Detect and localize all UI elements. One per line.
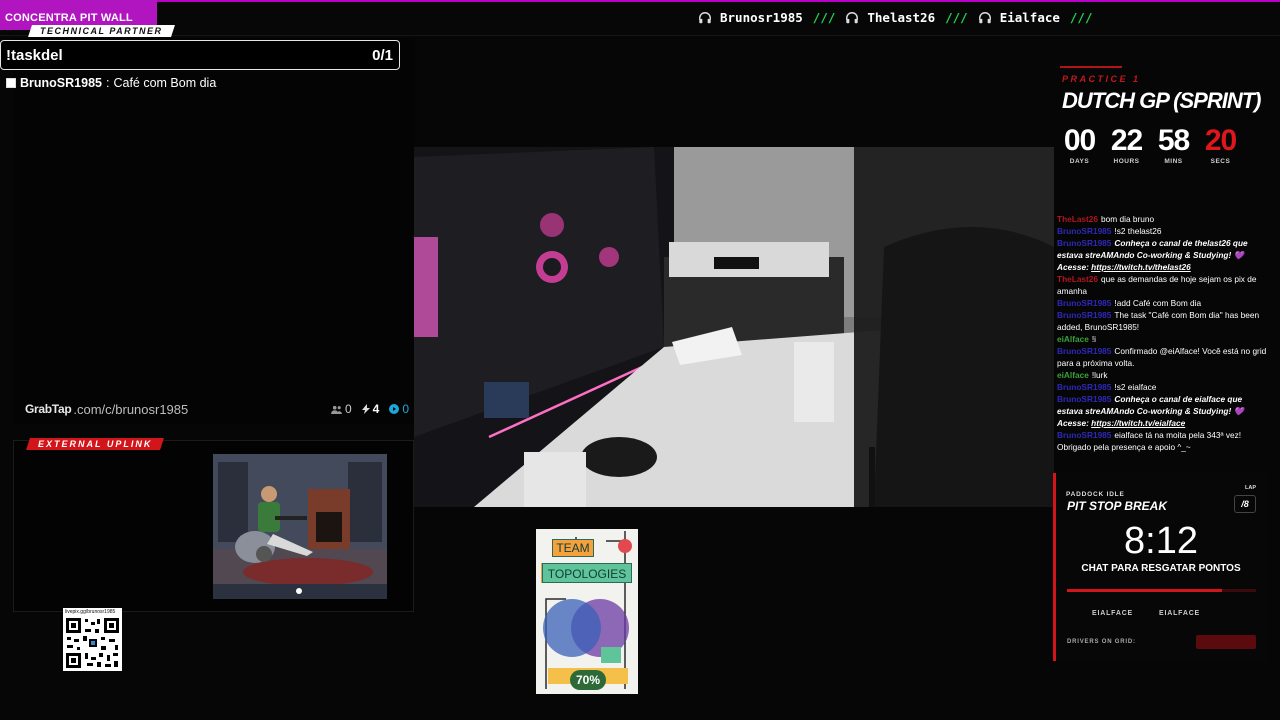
grabtap-row: GrabTap .com/c/brunosr1985 0 4 0 [25,400,409,418]
session-label: PRACTICE 1 [1062,74,1141,84]
chat-message: eiAlface !lurk [1057,369,1269,381]
race-countdown: 00 DAYS 22 HOURS 58 MINS 20 SECS [1060,124,1240,165]
driver-a: EIALFACE [1092,610,1134,617]
play-icon [389,404,400,414]
chat-username[interactable]: BrunoSR1985 [1057,310,1111,320]
chat-username[interactable]: BrunoSR1985 [1057,394,1111,404]
listener-item: Thelast26 /// [845,10,969,25]
listener-separator: /// [812,10,836,25]
grabtap-logo: GrabTap [25,402,72,416]
chat-username[interactable]: BrunoSR1985 [1057,346,1111,356]
chat-text: !lurk [1091,370,1108,380]
technical-partner-tag: TECHNICAL PARTNER [28,25,175,37]
task-checkbox[interactable] [6,78,16,88]
play-stat: 0 [389,402,409,416]
drivers-grid-button[interactable] [1196,635,1256,649]
pit-progress-fill [1067,589,1222,592]
chat-message: BrunoSR1985 The task "Café com Bom dia" h… [1057,309,1269,333]
pit-subtitle: CHAT PARA RESGATAR PONTOS [1081,563,1241,574]
headphones-icon [846,11,859,23]
pit-title: PIT STOP BREAK [1067,499,1168,513]
main-camera-video[interactable] [414,147,1054,507]
task-user: BrunoSR1985 [20,76,102,90]
task-text: Café com Bom dia [113,76,217,90]
task-count: 0/1 [372,46,393,64]
qr-pattern-icon [66,618,119,668]
chat-message: TheLast26 que as demandas de hoje sejam o… [1057,273,1269,297]
pit-label: PADDOCK IDLE [1066,491,1125,498]
chat-message: BrunoSR1985 !add Café com Bom dia [1057,297,1269,309]
book-title-line2: TOPOLOGIES [542,563,632,583]
chat-message: BrunoSR1985 !s2 thelast26 [1057,225,1269,237]
task-header: !taskdel 0/1 [0,40,400,70]
users-icon [331,405,342,414]
qr-code[interactable]: livepix.gg/brunosr1985 [63,608,122,671]
chat-username[interactable]: eiAlface [1057,370,1089,380]
chat-username[interactable]: eiAlface [1057,334,1089,344]
chat-message: BrunoSR1985 Confirmado @eiAlface! Você es… [1057,345,1269,369]
pip-video[interactable] [213,454,387,599]
race-title: DUTCH GP (SPRINT) [1062,88,1262,113]
task-panel [13,38,414,424]
listener-separator: /// [945,10,968,25]
chat-text: !s2 eialface [1114,382,1157,392]
chat-message: TheLast26 bom dia bruno [1057,213,1269,225]
listener-name: Thelast26 [867,10,936,25]
listener-name: Brunosr1985 [720,10,803,25]
pit-timer: 8:12 [1124,520,1198,562]
listener-item: Eialface /// [978,10,1095,25]
chat-text: !s2 thelast26 [1114,226,1162,236]
headphones-icon [699,11,711,23]
lap-counter: /8 [1234,495,1256,513]
chat-text: !i [1091,334,1096,344]
chat-message: BrunoSR1985 !s2 eialface [1057,381,1269,393]
camera-scene-image [414,147,1054,507]
external-uplink-tag: EXTERNAL UPLINK [26,438,165,450]
chat-message: BrunoSR1985 eialface tá na moita pela 343… [1057,429,1269,453]
chat-message: BrunoSR1985 Conheça o canal de thelast26 … [1057,237,1269,273]
bolt-icon [361,404,370,414]
chat-feed: TheLast26 bom dia bruno BrunoSR1985 !s2 the… [1057,213,1269,453]
chat-username[interactable]: BrunoSR1985 [1057,382,1111,392]
qr-url: livepix.gg/brunosr1985 [65,609,116,615]
chat-message: eiAlface !i [1057,333,1269,345]
drivers-on-grid-label: DRIVERS ON GRID: [1067,639,1136,645]
listener-name: Eialface [999,10,1060,25]
countdown-secs: 20 SECS [1204,124,1237,165]
book-progress-badge: 70% [570,670,606,690]
grabtap-url: .com/c/brunosr1985 [73,401,189,417]
chat-text: bom dia bruno [1101,214,1155,224]
driver-b: EIALFACE [1159,610,1201,617]
chat-username[interactable]: TheLast26 [1057,274,1098,284]
practice-accent-line [1060,66,1122,68]
bolt-stat: 4 [361,402,379,416]
chat-username[interactable]: BrunoSR1985 [1057,238,1111,248]
chat-username[interactable]: TheLast26 [1057,214,1098,224]
countdown-mins: 58 MINS [1157,124,1190,165]
book-title-line1: TEAM [552,539,594,557]
viewer-stat: 0 [331,402,352,416]
chat-link[interactable]: https://twitch.tv/thelast26 [1091,262,1191,272]
pit-progress-bar [1067,589,1256,592]
chat-username[interactable]: BrunoSR1985 [1057,226,1111,236]
chat-message: BrunoSR1985 Conheça o canal de eialface q… [1057,393,1269,429]
pip-scene-image [213,454,387,599]
listener-separator: /// [1069,10,1093,25]
top-bar: CONCENTRA PIT WALL Brunosr1985 /// Thela… [0,0,1280,36]
chat-username[interactable]: BrunoSR1985 [1057,298,1111,308]
grabtap-stats: 0 4 0 [331,402,409,416]
chat-text: !add Café com Bom dia [1114,298,1202,308]
countdown-days: 00 DAYS [1063,124,1096,165]
chat-link[interactable]: https://twitch.tv/eialface [1091,418,1185,428]
top-accent-line [0,0,1280,2]
headphones-icon [978,11,991,23]
countdown-hours: 22 HOURS [1110,124,1143,165]
listener-item: Brunosr1985 /// [698,10,837,25]
lap-label: LAP [1245,485,1256,491]
task-item: BrunoSR1985: Café com Bom dia [6,76,216,90]
chat-username[interactable]: BrunoSR1985 [1057,430,1111,440]
task-command: !taskdel [6,46,63,64]
listener-list: Brunosr1985 /// Thelast26 /// Eialface /… [698,10,1094,25]
